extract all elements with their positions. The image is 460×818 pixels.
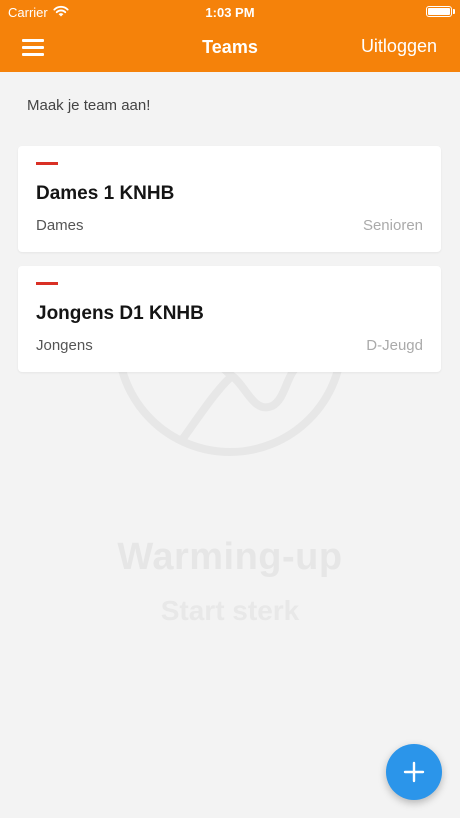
status-bar: Carrier 1:03 PM [0,0,460,24]
card-accent-bar [36,282,58,285]
add-team-button[interactable] [386,744,442,800]
plus-icon [403,761,425,783]
create-team-link[interactable]: Maak je team aan! [27,97,150,114]
team-name: Dames 1 KNHB [36,183,175,204]
team-gender: Dames [36,217,84,234]
battery-icon [426,6,455,17]
team-gender: Jongens [36,337,93,354]
team-category: D-Jeugd [366,337,423,354]
team-category: Senioren [362,217,423,234]
card-accent-bar [36,162,58,165]
team-card[interactable]: Jongens D1 KNHB Jongens D-Jeugd [18,266,441,372]
empty-state-watermark: Warming-up Start sterk [0,340,460,627]
nav-bar: Teams Uitloggen [0,24,460,72]
team-name: Jongens D1 KNHB [36,303,204,324]
logout-button[interactable]: Uitloggen [361,36,437,57]
team-card[interactable]: Dames 1 KNHB Dames Senioren [18,146,441,252]
watermark-subtitle: Start sterk [160,595,300,626]
app-header: Carrier 1:03 PM Teams Uitloggen [0,0,460,72]
status-time: 1:03 PM [205,5,255,20]
watermark-title: Warming-up [117,536,343,578]
